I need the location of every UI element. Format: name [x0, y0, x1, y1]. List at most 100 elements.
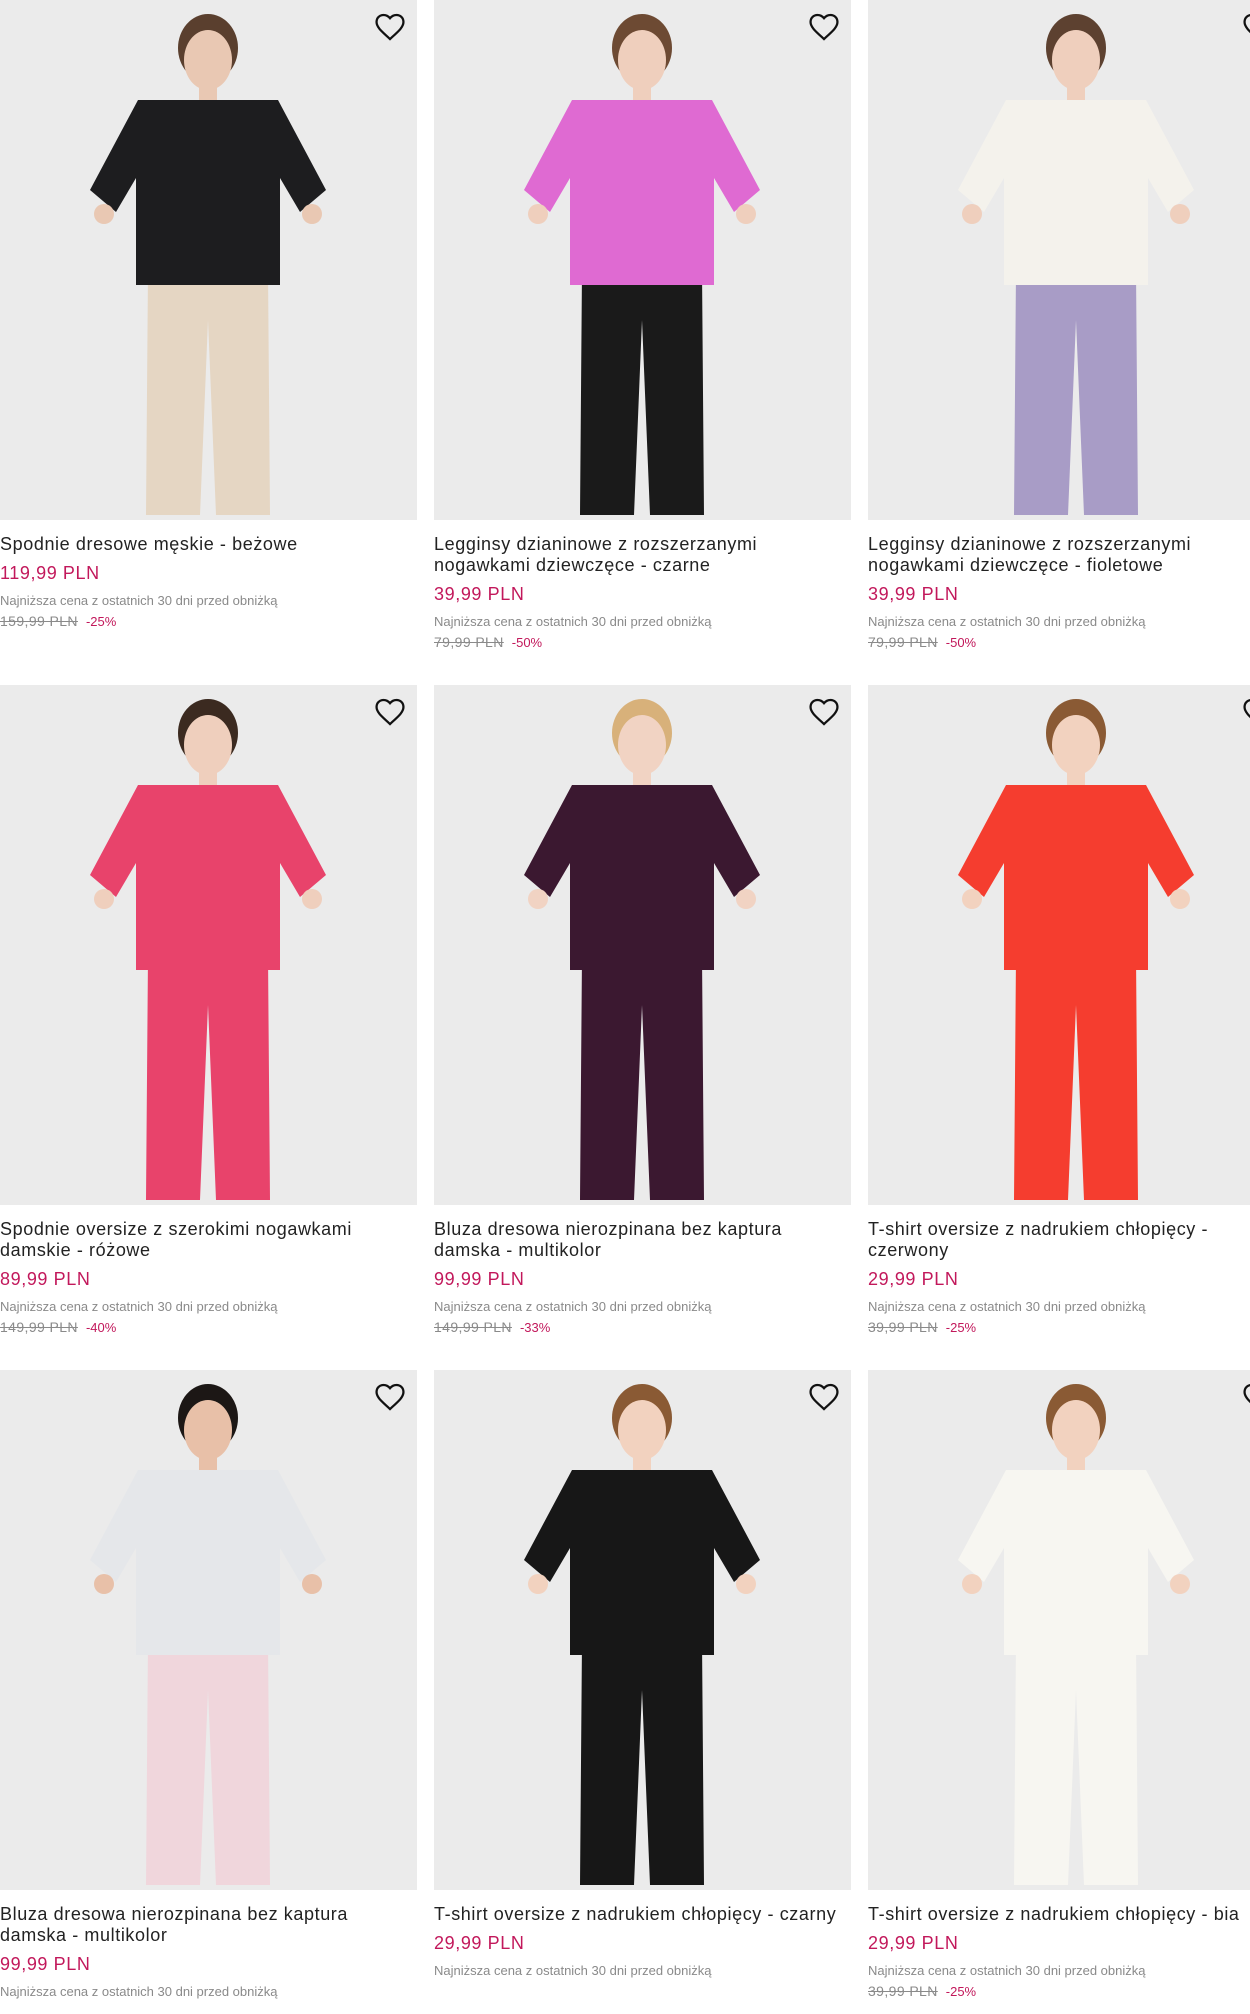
- product-card[interactable]: T-shirt oversize z nadrukiem chłopięcy -…: [868, 685, 1250, 1336]
- product-card[interactable]: Spodnie oversize z szerokimi nogawkami d…: [0, 685, 417, 1336]
- heart-outline-icon: [1243, 698, 1250, 719]
- product-title[interactable]: T-shirt oversize z nadrukiem chłopięcy -…: [434, 1904, 851, 1925]
- product-card[interactable]: Legginsy dzianinowe z rozszerzanymi noga…: [434, 0, 851, 651]
- heart-outline-icon: [1243, 13, 1250, 34]
- product-image[interactable]: [0, 685, 417, 1205]
- left-hand: [962, 889, 982, 909]
- add-to-favorites-button[interactable]: [1241, 695, 1250, 729]
- product-image[interactable]: [868, 1370, 1250, 1890]
- product-image[interactable]: [0, 0, 417, 520]
- lowest-price-note: Najniższa cena z ostatnich 30 dni przed …: [434, 1299, 712, 1314]
- old-price: 39,99 PLN: [868, 1983, 938, 1999]
- add-to-favorites-button[interactable]: [373, 1380, 407, 1414]
- top-garment: [958, 100, 1194, 285]
- lowest-price-note: Najniższa cena z ostatnich 30 dni przed …: [868, 1963, 1146, 1978]
- right-hand: [1170, 1574, 1190, 1594]
- left-hand: [528, 1574, 548, 1594]
- old-price: 79,99 PLN: [868, 634, 938, 650]
- old-price-row: 79,99 PLN -50%: [434, 634, 851, 651]
- left-hand: [962, 1574, 982, 1594]
- product-title[interactable]: Legginsy dzianinowe z rozszerzanymi noga…: [868, 534, 1250, 576]
- product-price: 89,99 PLN: [0, 1269, 91, 1289]
- right-hand: [736, 204, 756, 224]
- bottoms: [146, 270, 270, 515]
- face: [1052, 30, 1100, 90]
- right-hand: [302, 204, 322, 224]
- face: [1052, 715, 1100, 775]
- product-price: 99,99 PLN: [0, 1954, 91, 1974]
- product-price: 39,99 PLN: [434, 584, 525, 604]
- add-to-favorites-button[interactable]: [373, 10, 407, 44]
- product-grid: Spodnie dresowe męskie - beżowe 119,99 P…: [0, 0, 1250, 2014]
- add-to-favorites-button[interactable]: [373, 695, 407, 729]
- model-figure: [524, 699, 760, 1200]
- product-image[interactable]: [868, 685, 1250, 1205]
- old-price: 79,99 PLN: [434, 634, 504, 650]
- product-price: 29,99 PLN: [868, 1933, 959, 1953]
- left-hand: [94, 204, 114, 224]
- product-title[interactable]: Legginsy dzianinowe z rozszerzanymi noga…: [434, 534, 851, 576]
- product-card[interactable]: T-shirt oversize z nadrukiem chłopięcy -…: [868, 1370, 1250, 2000]
- product-card[interactable]: Spodnie dresowe męskie - beżowe 119,99 P…: [0, 0, 417, 630]
- top-garment: [958, 1470, 1194, 1655]
- bottoms: [580, 955, 704, 1200]
- product-price: 29,99 PLN: [868, 1269, 959, 1289]
- left-hand: [528, 204, 548, 224]
- product-card[interactable]: Bluza dresowa nierozpinana bez kaptura d…: [0, 1370, 417, 2000]
- bottoms: [146, 1640, 270, 1885]
- add-to-favorites-button[interactable]: [807, 10, 841, 44]
- product-image[interactable]: [0, 1370, 417, 1890]
- product-title[interactable]: Bluza dresowa nierozpinana bez kaptura d…: [0, 1904, 417, 1946]
- discount-badge: -33%: [519, 1320, 551, 1335]
- top-garment: [524, 100, 760, 285]
- product-title[interactable]: Spodnie dresowe męskie - beżowe: [0, 534, 417, 555]
- product-title[interactable]: Bluza dresowa nierozpinana bez kaptura d…: [434, 1219, 851, 1261]
- top-garment: [90, 100, 326, 285]
- old-price-row: 39,99 PLN -25%: [868, 1319, 1250, 1336]
- product-title[interactable]: Spodnie oversize z szerokimi nogawkami d…: [0, 1219, 417, 1261]
- right-hand: [1170, 889, 1190, 909]
- product-title[interactable]: T-shirt oversize z nadrukiem chłopięcy -…: [868, 1219, 1250, 1261]
- lowest-price-note: Najniższa cena z ostatnich 30 dni przed …: [0, 1299, 278, 1314]
- product-image[interactable]: [434, 685, 851, 1205]
- model-figure: [90, 14, 326, 515]
- old-price-row: 149,99 PLN -33%: [434, 1319, 851, 1336]
- product-card[interactable]: T-shirt oversize z nadrukiem chłopięcy -…: [434, 1370, 851, 1979]
- heart-outline-icon: [375, 13, 405, 41]
- product-card[interactable]: Legginsy dzianinowe z rozszerzanymi noga…: [868, 0, 1250, 651]
- add-to-favorites-button[interactable]: [807, 1380, 841, 1414]
- bottoms: [580, 270, 704, 515]
- product-title[interactable]: T-shirt oversize z nadrukiem chłopięcy -…: [868, 1904, 1250, 1925]
- right-hand: [1170, 204, 1190, 224]
- heart-outline-icon: [809, 1383, 839, 1411]
- face: [618, 1400, 666, 1460]
- old-price-row: 39,99 PLN -25%: [868, 1983, 1250, 2000]
- face: [184, 1400, 232, 1460]
- add-to-favorites-button[interactable]: [1241, 1380, 1250, 1414]
- old-price: 39,99 PLN: [868, 1319, 938, 1335]
- add-to-favorites-button[interactable]: [1241, 10, 1250, 44]
- old-price: 149,99 PLN: [434, 1319, 512, 1335]
- product-price: 29,99 PLN: [434, 1933, 525, 1953]
- model-figure: [524, 14, 760, 515]
- face: [618, 715, 666, 775]
- old-price-row: 159,99 PLN -25%: [0, 613, 417, 630]
- product-image[interactable]: [434, 1370, 851, 1890]
- old-price-row: 149,99 PLN -40%: [0, 1319, 417, 1336]
- product-card[interactable]: Bluza dresowa nierozpinana bez kaptura d…: [434, 685, 851, 1336]
- heart-outline-icon: [375, 698, 405, 726]
- lowest-price-note: Najniższa cena z ostatnich 30 dni przed …: [434, 614, 712, 629]
- product-price: 39,99 PLN: [868, 584, 959, 604]
- model-figure: [90, 699, 326, 1200]
- lowest-price-note: Najniższa cena z ostatnich 30 dni przed …: [0, 1984, 278, 1999]
- face: [1052, 1400, 1100, 1460]
- add-to-favorites-button[interactable]: [807, 695, 841, 729]
- product-image[interactable]: [434, 0, 851, 520]
- model-figure: [958, 14, 1194, 515]
- model-figure: [958, 1384, 1194, 1885]
- discount-badge: -50%: [945, 635, 977, 650]
- product-image[interactable]: [868, 0, 1250, 520]
- heart-outline-icon: [809, 698, 839, 726]
- heart-outline-icon: [375, 1383, 405, 1411]
- bottoms: [1014, 955, 1138, 1200]
